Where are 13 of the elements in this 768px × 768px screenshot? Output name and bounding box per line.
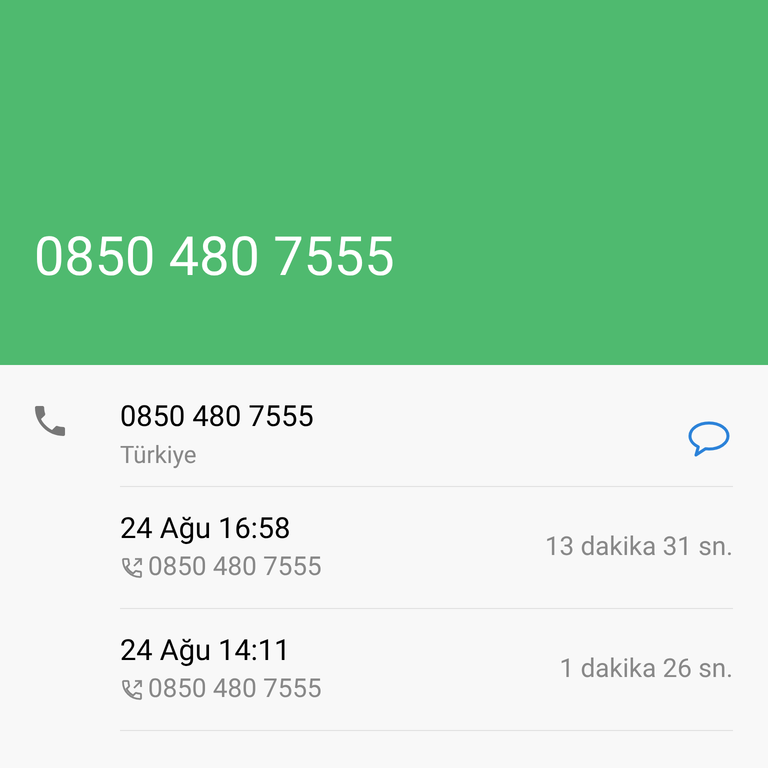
call-time: 24 Ağu 14:11: [120, 633, 292, 670]
call-duration: 1 dakika 26 sn.: [560, 653, 733, 686]
chat-bubble-icon: [687, 420, 731, 458]
message-button[interactable]: [687, 420, 731, 458]
outgoing-call-icon: [120, 556, 144, 580]
call-number: 0850 480 7555: [148, 673, 322, 706]
call-duration: 13 dakika 31 sn.: [544, 531, 733, 564]
contact-number: 0850 480 7555: [120, 399, 314, 436]
contact-location: Türkiye: [120, 440, 198, 470]
call-number: 0850 480 7555: [148, 551, 322, 584]
call-time: 24 Ağu 16:58: [120, 511, 292, 548]
outgoing-call-icon: [120, 678, 144, 702]
header-title: 0850 480 7555: [34, 231, 395, 285]
